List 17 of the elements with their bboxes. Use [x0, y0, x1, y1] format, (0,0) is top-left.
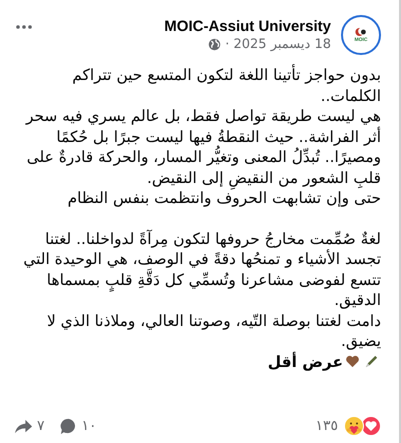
comment-count[interactable]: ١٠: [82, 418, 97, 434]
post-text: بدون حواجز تأتينا اللغة لتكون المتسع حين تتراكم الكلمات..: [71, 65, 381, 106]
author-name[interactable]: MOIC-Assiut University: [164, 18, 331, 35]
post-text: حتى وإن تشابهت الحروف وانتظمت بنفس النظام: [66, 189, 381, 208]
post-date[interactable]: 18 ديسمبر 2025 ·: [225, 37, 331, 52]
post-text: لغةٌ صُمِّمت مخارجُ حروفها لتكون مِرآةً لدواخلنا.. لغتنا تجسد الأشياء و تمنحُها دقةً في الوصف، هي الوحيدة التي تتسع لفوضى مشاعرنا وتُسمِّي كل دَقَّةِ قلبٍ بمسماها الدقيق.: [22, 228, 381, 310]
comment-icon[interactable]: [58, 416, 78, 436]
reaction-count[interactable]: ١٣٥: [315, 418, 338, 434]
post-text: دامت لغتنا بوصلة التّيه، وصوتنا العالي، وملاذنا الذي لا يضيق.: [46, 310, 381, 352]
heart-icon: [345, 354, 360, 370]
hug-emoji-icon[interactable]: [344, 416, 364, 436]
pen-icon: [364, 354, 379, 370]
globe-icon: [208, 38, 222, 51]
more-options-icon[interactable]: [16, 25, 32, 29]
post-text: هي ليست طريقة تواصل فقط، بل عالم يسري فيه سحر أثر الفراشة.. حيث النقطةُ فيها ليست جبرًا بل حُكمًا ومصيرًا.. تُبدِّلُ المعنى وتغيُّر المسار، والحركة قادرةٌ على قلبِ الشعور من النقيضِ إلى النقيض.: [16, 106, 381, 188]
see-less-link[interactable]: عرض أقل: [268, 352, 343, 372]
share-count[interactable]: ٧: [37, 418, 45, 434]
